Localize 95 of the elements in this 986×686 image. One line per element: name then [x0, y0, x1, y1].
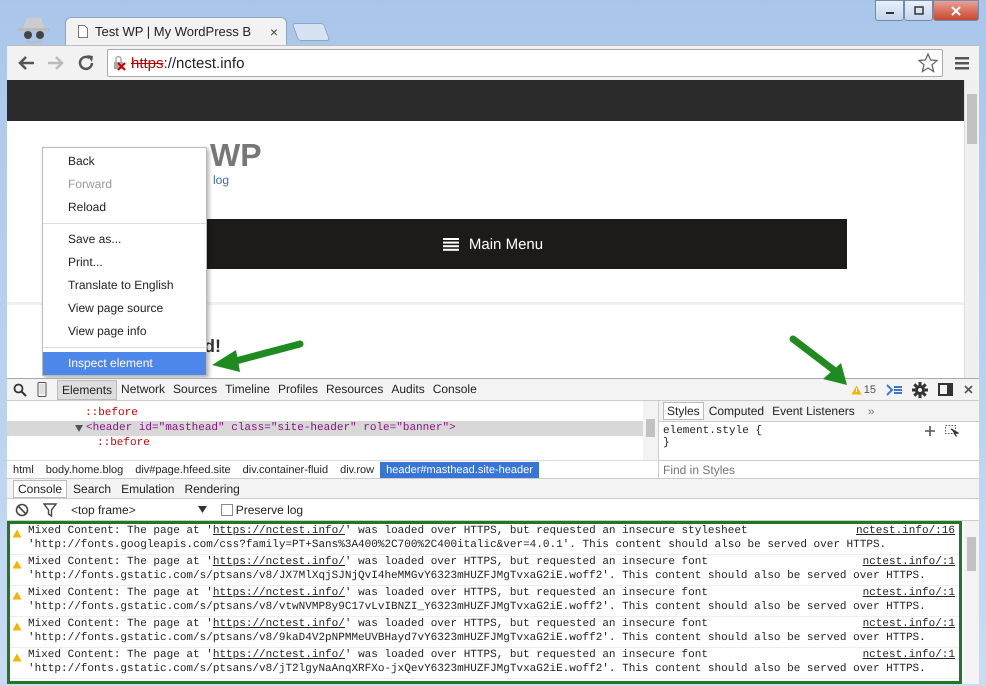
dom-scrollbar[interactable]: [643, 401, 658, 460]
source-link[interactable]: nctest.info/:1: [862, 587, 955, 600]
context-menu-item[interactable]: Back: [43, 150, 206, 173]
site-tagline: log: [213, 173, 230, 187]
console-message: Mixed Content: The page at 'https://nctest.info/' was loaded over HTTPS, but requested an insecure font: [28, 618, 708, 631]
context-menu-item[interactable]: View page source: [43, 297, 206, 320]
close-icon[interactable]: [964, 385, 973, 394]
sidebar-tab[interactable]: Computed: [706, 403, 768, 419]
devtools-tab[interactable]: Timeline: [221, 380, 274, 400]
style-rule-text: }: [663, 437, 670, 449]
breadcrumb[interactable]: div#page.hfeed.site: [129, 462, 237, 478]
menu-icon: [442, 238, 459, 250]
element-picker-icon[interactable]: [945, 425, 959, 437]
warning-icon: [12, 653, 22, 662]
maximize-icon: [914, 6, 924, 15]
breadcrumb[interactable]: html: [7, 462, 40, 478]
source-link[interactable]: nctest.info/:16: [856, 525, 955, 538]
preserve-log-label: Preserve log: [236, 502, 304, 516]
context-menu-item[interactable]: View page info: [43, 320, 206, 343]
source-link[interactable]: nctest.info/:1: [862, 556, 955, 569]
console-message: 'http://fonts.googleapis.com/css?family=PT+Sans%3A400%2C700%2C400italic&ver=4.0.1'. This content should also be served over HTTPS.: [28, 538, 888, 552]
devtools-tab[interactable]: Sources: [169, 380, 222, 400]
console-message: 'http://fonts.gstatic.com/s/ptsans/v8/vtwNVMP8y9C17vLvIBNZI_Y6323mHUZFJMgTvxaG2iE.woff2'. This content should also be served over HTTPS.: [28, 600, 927, 614]
expand-triangle-icon[interactable]: [75, 425, 83, 432]
drawer-tab[interactable]: Rendering: [180, 480, 244, 496]
page-scrollbar[interactable]: [964, 80, 979, 378]
settings-icon[interactable]: [912, 382, 928, 398]
frame-dropdown[interactable]: <top frame>: [71, 502, 207, 516]
tab-close-button[interactable]: ×: [270, 24, 278, 40]
minimize-button[interactable]: [875, 0, 904, 21]
devtools-tab[interactable]: Network: [117, 380, 170, 400]
console-message: Mixed Content: The page at 'https://nctest.info/' was loaded over HTTPS, but requested an insecure font: [28, 556, 708, 569]
filter-icon[interactable]: [43, 502, 57, 516]
source-link[interactable]: nctest.info/:1: [862, 649, 955, 662]
warning-icon: [12, 560, 22, 569]
address-bar[interactable]: https://nctest.info: [107, 49, 943, 77]
context-menu-item[interactable]: Reload: [43, 196, 206, 219]
clear-console-icon[interactable]: [15, 502, 29, 516]
page-link[interactable]: https://nctest.info/: [212, 525, 345, 537]
insecure-lock-icon: [112, 55, 128, 71]
warning-icon: [12, 529, 22, 538]
console-scrollbar[interactable]: [964, 521, 979, 684]
page-link[interactable]: https://nctest.info/: [212, 556, 345, 568]
preserve-log-checkbox[interactable]: [220, 504, 233, 516]
caret-icon: [198, 506, 207, 513]
search-icon[interactable]: [13, 382, 27, 396]
close-icon: [950, 6, 962, 16]
page-icon: [78, 25, 88, 38]
styles-filter-field[interactable]: Find in Styles: [659, 460, 979, 478]
add-icon[interactable]: [925, 425, 937, 437]
devtools-tab[interactable]: Console: [428, 380, 481, 400]
warning-count-badge[interactable]: 15: [850, 384, 876, 396]
dom-node-line[interactable]: ::before: [85, 406, 138, 421]
page-link[interactable]: https://nctest.info/: [212, 649, 345, 661]
style-rule-text: element.style {: [663, 425, 762, 437]
dom-node-line[interactable]: ::before: [97, 436, 150, 451]
dock-icon[interactable]: [938, 382, 954, 396]
more-tabs-button[interactable]: »: [868, 404, 874, 418]
close-button[interactable]: [933, 0, 979, 21]
sidebar-tab[interactable]: Event Listeners: [769, 403, 858, 419]
breadcrumb[interactable]: div.row: [334, 462, 380, 478]
console-message: 'http://fonts.gstatic.com/s/ptsans/v8/jT2lgyNaAnqXRFXo-jxQevY6323mHUZFJMgTvxaG2iE.woff2'. This content should also be served over HTTPS.: [28, 662, 927, 676]
context-menu-item[interactable]: Inspect element: [43, 352, 206, 375]
devtools-tab[interactable]: Elements: [57, 380, 118, 400]
back-icon[interactable]: [17, 55, 35, 71]
menu-icon[interactable]: [955, 56, 969, 70]
url-text: https://nctest.info: [131, 54, 246, 72]
context-menu-item[interactable]: Translate to English: [43, 274, 206, 297]
drawer-tab[interactable]: Search: [69, 480, 116, 496]
page-link[interactable]: https://nctest.info/: [212, 618, 345, 630]
site-title: WP: [210, 137, 263, 173]
breadcrumb[interactable]: body.home.blog: [40, 462, 130, 478]
console-message: Mixed Content: The page at 'https://nctest.info/' was loaded over HTTPS, but requested an insecure font: [28, 649, 708, 662]
warning-icon: [12, 622, 22, 631]
console-message: 'http://fonts.gstatic.com/s/ptsans/v8/JX7MlXqjSJNjQvI4heMMGvY6323mHUZFJMgTvxaG2iE.woff2'. This content should also be served over HTTPS.: [28, 569, 927, 583]
source-link[interactable]: nctest.info/:1: [862, 618, 955, 631]
breadcrumb[interactable]: div.container-fluid: [236, 462, 334, 478]
warning-icon: [12, 591, 22, 600]
devtools-tab[interactable]: Audits: [387, 380, 429, 400]
bookmark-star-icon[interactable]: [918, 53, 938, 73]
devtools-tab[interactable]: Profiles: [274, 380, 322, 400]
browser-tab[interactable]: Test WP | My WordPress B ×: [65, 17, 287, 45]
reload-icon[interactable]: [77, 54, 95, 72]
page-link[interactable]: https://nctest.info/: [212, 587, 345, 599]
console-drawer-icon[interactable]: [886, 384, 902, 396]
breadcrumb[interactable]: header#masthead.site-header: [380, 462, 539, 478]
devtools-tab[interactable]: Resources: [322, 380, 388, 400]
maximize-button[interactable]: [904, 0, 933, 21]
console-message: Mixed Content: The page at 'https://nctest.info/' was loaded over HTTPS, but requested an insecure stylesheet: [28, 525, 748, 538]
sidebar-tab[interactable]: Styles: [663, 402, 704, 420]
mobile-device-icon[interactable]: [37, 382, 47, 397]
console-message: Mixed Content: The page at 'https://nctest.info/' was loaded over HTTPS, but requested an insecure font: [28, 587, 708, 600]
drawer-tab[interactable]: Emulation: [117, 480, 178, 496]
console-message: 'http://fonts.gstatic.com/s/ptsans/v8/9kaD4V2pNPMMeUVBHayd7vY6323mHUZFJMgTvxaG2iE.woff2'. This content should also be served over HTTPS.: [28, 631, 927, 645]
drawer-tab[interactable]: Console: [13, 480, 68, 498]
